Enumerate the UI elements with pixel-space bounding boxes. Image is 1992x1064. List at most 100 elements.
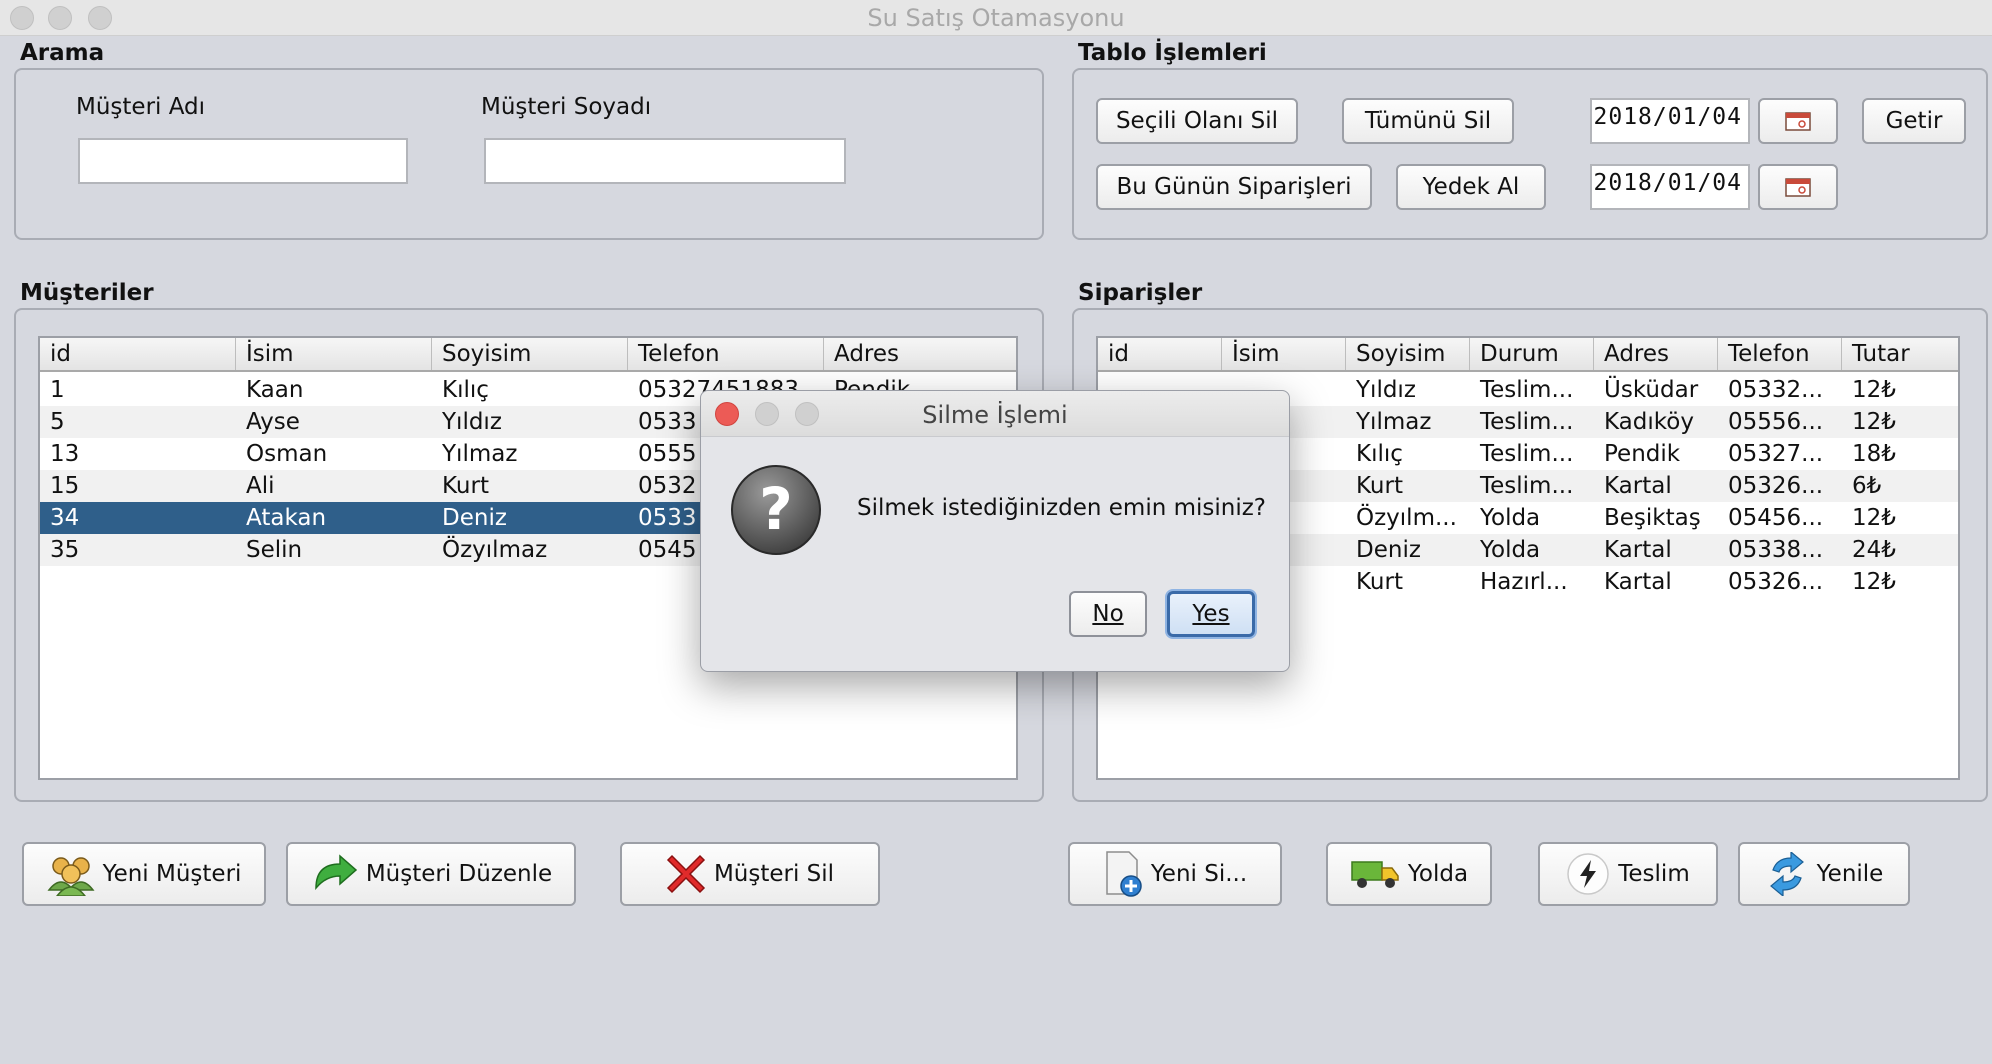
cell-surname: Deniz: [1356, 537, 1421, 563]
fetch-label: Getir: [1885, 108, 1943, 134]
cell-amount: 12₺: [1852, 409, 1896, 435]
column-header-surname[interactable]: Soyisim: [432, 338, 628, 370]
cell-status: Teslim...: [1480, 377, 1574, 403]
cell-status: Hazırl...: [1480, 569, 1568, 595]
date-from-value: 2018/01/04: [1593, 104, 1742, 130]
new-order-label: Yeni Si...: [1150, 861, 1248, 887]
refresh-icon: [1769, 852, 1804, 896]
cell-surname: Yılmaz: [442, 441, 518, 467]
calendar-icon: [1785, 112, 1811, 131]
backup-button[interactable]: Yedek Al: [1396, 164, 1546, 210]
cell-amount: 18₺: [1852, 441, 1896, 467]
delete-customer-label: Müşteri Sil: [713, 861, 835, 887]
yes-button[interactable]: Yes: [1167, 591, 1255, 637]
table-ops-panel: Seçili Olanı Sil Tümünü Sil 2018/01/04 G…: [1072, 68, 1988, 240]
cell-id: 5: [50, 409, 65, 435]
delete-confirm-dialog: Silme İşlemi ? Silmek istediğinizden emi…: [700, 390, 1290, 672]
cell-address: Kartal: [1604, 569, 1672, 595]
todays-orders-button[interactable]: Bu Günün Siparişleri: [1096, 164, 1372, 210]
column-header-address[interactable]: Adres: [824, 338, 1016, 370]
cell-phone: 05327...: [1728, 441, 1824, 467]
delete-customer-button[interactable]: Müşteri Sil: [620, 842, 880, 906]
cell-id: 1: [50, 377, 65, 403]
cell-status: Teslim...: [1480, 409, 1574, 435]
backup-label: Yedek Al: [1422, 174, 1520, 200]
cell-surname: Kılıç: [442, 377, 489, 403]
date-from-calendar-button[interactable]: [1758, 98, 1838, 144]
column-header-surname[interactable]: Soyisim: [1346, 338, 1470, 370]
search-panel: Müşteri Adı Müşteri Soyadı: [14, 68, 1044, 240]
column-header-name[interactable]: İsim: [1222, 338, 1346, 370]
lightning-icon: [1567, 853, 1610, 895]
cell-address: Kartal: [1604, 537, 1672, 563]
new-customer-button[interactable]: Yeni Müşteri: [22, 842, 266, 906]
cell-phone: 05338...: [1728, 537, 1824, 563]
cell-amount: 12₺: [1852, 377, 1896, 403]
column-header-id[interactable]: id: [1098, 338, 1222, 370]
cell-phone: 05556...: [1728, 409, 1824, 435]
refresh-button[interactable]: Yenile: [1738, 842, 1910, 906]
column-header-amount[interactable]: Tutar: [1842, 338, 1958, 370]
cell-surname: Kılıç: [1356, 441, 1403, 467]
cell-phone: 05326...: [1728, 473, 1824, 499]
column-header-status[interactable]: Durum: [1470, 338, 1594, 370]
column-header-address[interactable]: Adres: [1594, 338, 1718, 370]
column-header-id[interactable]: id: [40, 338, 236, 370]
customers-table-header: id İsim Soyisim Telefon Adres: [40, 338, 1016, 372]
date-to-value: 2018/01/04: [1593, 170, 1742, 196]
new-order-button[interactable]: Yeni Si...: [1068, 842, 1282, 906]
svg-text:?: ?: [759, 475, 793, 543]
column-header-phone[interactable]: Telefon: [628, 338, 824, 370]
search-section-label: Arama: [20, 40, 105, 66]
cell-name: Selin: [246, 537, 303, 563]
first-name-input[interactable]: [78, 138, 408, 184]
edit-customer-button[interactable]: Müşteri Düzenle: [286, 842, 576, 906]
cell-id: 13: [50, 441, 80, 467]
truck-icon: [1351, 861, 1399, 888]
delete-selected-label: Seçili Olanı Sil: [1115, 108, 1279, 134]
cell-surname: Özyılm...: [1356, 505, 1457, 531]
new-document-icon: [1106, 851, 1142, 897]
cell-phone: 05326...: [1728, 569, 1824, 595]
users-icon: [47, 857, 95, 896]
last-name-input[interactable]: [484, 138, 846, 184]
cell-address: Pendik: [1604, 441, 1681, 467]
edit-customer-label: Müşteri Düzenle: [365, 861, 553, 887]
refresh-label: Yenile: [1816, 861, 1884, 887]
cell-surname: Yıldız: [442, 409, 502, 435]
window-title: Su Satış Otamasyonu: [867, 4, 1125, 32]
date-to-calendar-button[interactable]: [1758, 164, 1838, 210]
date-from-input[interactable]: 2018/01/04: [1590, 98, 1750, 144]
customers-section-label: Müşteriler: [20, 280, 154, 306]
table-ops-section-label: Tablo İşlemleri: [1078, 40, 1267, 66]
column-header-phone[interactable]: Telefon: [1718, 338, 1842, 370]
cell-id: 15: [50, 473, 80, 499]
no-button[interactable]: No: [1069, 591, 1147, 637]
cell-amount: 6₺: [1852, 473, 1882, 499]
delete-all-label: Tümünü Sil: [1364, 108, 1492, 134]
dialog-title: Silme İşlemi: [922, 401, 1068, 429]
cell-amount: 24₺: [1852, 537, 1896, 563]
cell-status: Teslim...: [1480, 473, 1574, 499]
delivered-label: Teslim: [1618, 861, 1690, 887]
fetch-button[interactable]: Getir: [1862, 98, 1966, 144]
cell-id: 34: [50, 505, 80, 531]
delete-all-button[interactable]: Tümünü Sil: [1342, 98, 1514, 144]
delivered-button[interactable]: Teslim: [1538, 842, 1718, 906]
cell-address: Beşiktaş: [1604, 505, 1701, 531]
column-header-name[interactable]: İsim: [236, 338, 432, 370]
dialog-message: Silmek istediğinizden emin misiniz?: [857, 495, 1267, 521]
date-to-input[interactable]: 2018/01/04: [1590, 164, 1750, 210]
cell-address: Üsküdar: [1604, 377, 1699, 403]
delete-selected-button[interactable]: Seçili Olanı Sil: [1096, 98, 1298, 144]
cell-surname: Yıldız: [1356, 377, 1416, 403]
dialog-titlebar: Silme İşlemi: [701, 391, 1289, 437]
cell-status: Teslim...: [1480, 441, 1574, 467]
on-the-way-button[interactable]: Yolda: [1326, 842, 1492, 906]
new-customer-label: Yeni Müşteri: [102, 861, 242, 887]
cell-address: Kadıköy: [1604, 409, 1694, 435]
cell-surname: Kurt: [1356, 473, 1403, 499]
cell-amount: 12₺: [1852, 505, 1896, 531]
cell-name: Ayse: [246, 409, 300, 435]
cell-status: Yolda: [1480, 505, 1541, 531]
